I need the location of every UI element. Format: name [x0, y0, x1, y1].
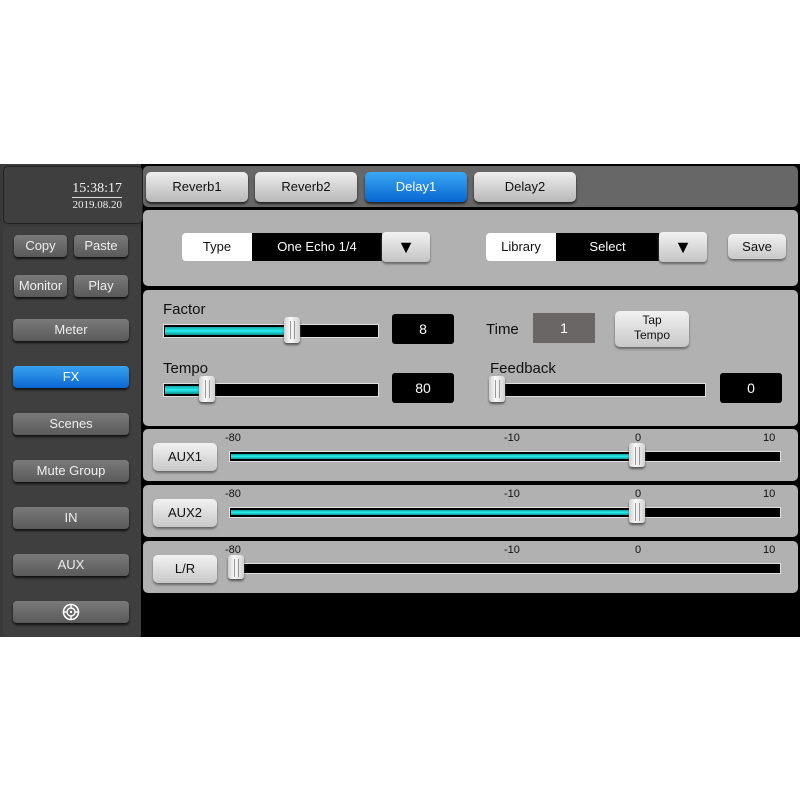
factor-knob[interactable]: [284, 317, 301, 343]
send-slider[interactable]: [229, 499, 781, 523]
scale-label: -10: [504, 488, 520, 500]
scale-label: 0: [635, 544, 642, 556]
sidebar-nav: Copy Paste Monitor Play Meter FX Scenes …: [3, 227, 141, 637]
scale-label: 10: [763, 432, 776, 444]
tab-delay1[interactable]: Delay1: [365, 172, 467, 202]
paste-button[interactable]: Paste: [74, 235, 128, 257]
fx-tab-bar: Reverb1 Reverb2 Delay1 Delay2: [143, 166, 798, 207]
triangle-down-icon: ▼: [397, 237, 415, 257]
send-slider[interactable]: [229, 443, 781, 467]
tempo-value[interactable]: 80: [392, 373, 454, 403]
save-button[interactable]: Save: [728, 234, 786, 259]
feedback-slider[interactable]: [489, 376, 706, 402]
send-row-aux2: AUX2 -80 -10 0 10: [143, 485, 798, 537]
library-label: Library: [486, 233, 556, 261]
library-dropdown-button[interactable]: ▼: [659, 232, 707, 262]
fx-app: 15:38:17 2019.08.20 Copy Paste Monitor P…: [0, 164, 800, 637]
factor-label: Factor: [163, 301, 206, 318]
feedback-knob[interactable]: [489, 376, 505, 402]
type-value[interactable]: One Echo 1/4: [252, 233, 382, 261]
send-fill: [231, 454, 636, 459]
sidebar-item-mute-group[interactable]: Mute Group: [13, 460, 129, 482]
tap-tempo-button[interactable]: Tap Tempo: [615, 311, 689, 347]
send-knob[interactable]: [629, 499, 645, 523]
monitor-button[interactable]: Monitor: [14, 275, 67, 297]
tempo-knob[interactable]: [198, 376, 215, 402]
tab-reverb2[interactable]: Reverb2: [255, 172, 357, 202]
copy-button[interactable]: Copy: [14, 235, 67, 257]
tempo-slider[interactable]: [163, 376, 379, 402]
tab-reverb1[interactable]: Reverb1: [146, 172, 248, 202]
time-value: 1: [533, 313, 595, 343]
send-fill: [231, 510, 636, 515]
settings-button[interactable]: [13, 601, 129, 623]
params-panel: Factor 8 Tempo 80 Time 1 Tap Tempo Feedb…: [143, 290, 798, 426]
factor-fill: [165, 327, 292, 335]
sidebar-item-meter[interactable]: Meter: [13, 319, 129, 341]
type-label: Type: [182, 233, 252, 261]
time-label: Time: [486, 321, 519, 338]
tab-delay2[interactable]: Delay2: [474, 172, 576, 202]
send-slider[interactable]: [228, 555, 781, 579]
clock-date: 2019.08.20: [72, 199, 123, 211]
feedback-value[interactable]: 0: [720, 373, 782, 403]
scale-label: -10: [504, 544, 520, 556]
sidebar-item-aux[interactable]: AUX: [13, 554, 129, 576]
sidebar: 15:38:17 2019.08.20 Copy Paste Monitor P…: [0, 164, 143, 637]
send-channel-button[interactable]: AUX1: [153, 443, 217, 471]
sidebar-item-fx[interactable]: FX: [13, 366, 129, 388]
sidebar-item-in[interactable]: IN: [13, 507, 129, 529]
triangle-down-icon: ▼: [674, 237, 692, 257]
clock-time: 15:38:17: [72, 181, 122, 198]
target-icon: [62, 603, 80, 620]
factor-value[interactable]: 8: [392, 314, 454, 344]
factor-slider[interactable]: [163, 317, 379, 343]
send-knob[interactable]: [629, 443, 645, 467]
scale-label: -10: [504, 432, 520, 444]
type-dropdown-button[interactable]: ▼: [382, 232, 430, 262]
clock: 15:38:17 2019.08.20: [3, 166, 143, 224]
scale-label: -80: [225, 432, 241, 444]
scale-label: 10: [763, 488, 776, 500]
send-channel-button[interactable]: AUX2: [153, 499, 217, 527]
sidebar-item-scenes[interactable]: Scenes: [13, 413, 129, 435]
tempo-label: Tempo: [163, 360, 209, 377]
send-row-aux1: AUX1 -80 -10 0 10: [143, 429, 798, 481]
preset-panel: Type One Echo 1/4 ▼ Library Select ▼ Sav…: [143, 210, 798, 286]
send-knob[interactable]: [228, 555, 244, 579]
scale-label: 10: [763, 544, 776, 556]
play-button[interactable]: Play: [74, 275, 128, 297]
feedback-label: Feedback: [490, 360, 556, 377]
scale-label: -80: [225, 488, 241, 500]
send-row-lr: L/R -80 -10 0 10: [143, 541, 798, 593]
library-value[interactable]: Select: [556, 233, 659, 261]
send-channel-button[interactable]: L/R: [153, 555, 217, 583]
